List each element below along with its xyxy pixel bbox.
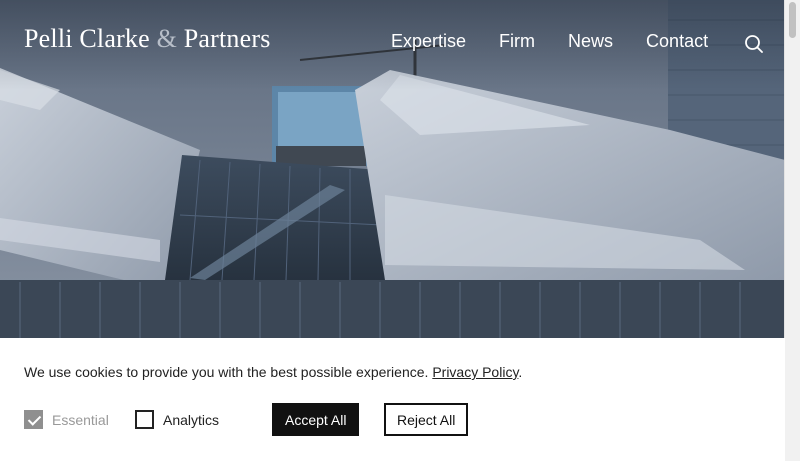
cookie-banner: We use cookies to provide you with the b… [0,338,785,461]
scrollbar-thumb[interactable] [789,2,796,38]
logo-text-2: Partners [177,24,271,53]
essential-checkbox [24,410,43,429]
logo-ampersand: & [156,24,178,53]
essential-option: Essential [24,410,109,429]
search-icon[interactable] [744,34,764,54]
page-scrollbar[interactable] [784,0,800,461]
essential-label: Essential [52,411,109,428]
logo-text-1: Pelli Clarke [24,24,157,53]
cookie-message-end: . [518,364,523,380]
nav-link-contact[interactable]: Contact [646,31,708,52]
privacy-policy-link[interactable]: Privacy Policy [432,364,518,380]
analytics-checkbox[interactable] [135,410,154,429]
site-header: Pelli Clarke & Partners Expertise Firm N… [0,0,785,90]
nav-link-firm[interactable]: Firm [499,31,535,52]
reject-all-button[interactable]: Reject All [384,403,469,436]
cookie-message: We use cookies to provide you with the b… [24,364,522,380]
site-logo[interactable]: Pelli Clarke & Partners [24,24,271,54]
cookie-message-text: We use cookies to provide you with the b… [24,364,433,380]
analytics-label: Analytics [163,411,220,428]
nav-link-expertise[interactable]: Expertise [391,31,466,52]
main-nav: Expertise Firm News Contact [391,31,708,52]
accept-all-button[interactable]: Accept All [272,403,360,436]
nav-link-news[interactable]: News [568,31,613,52]
analytics-option[interactable]: Analytics [135,410,219,429]
